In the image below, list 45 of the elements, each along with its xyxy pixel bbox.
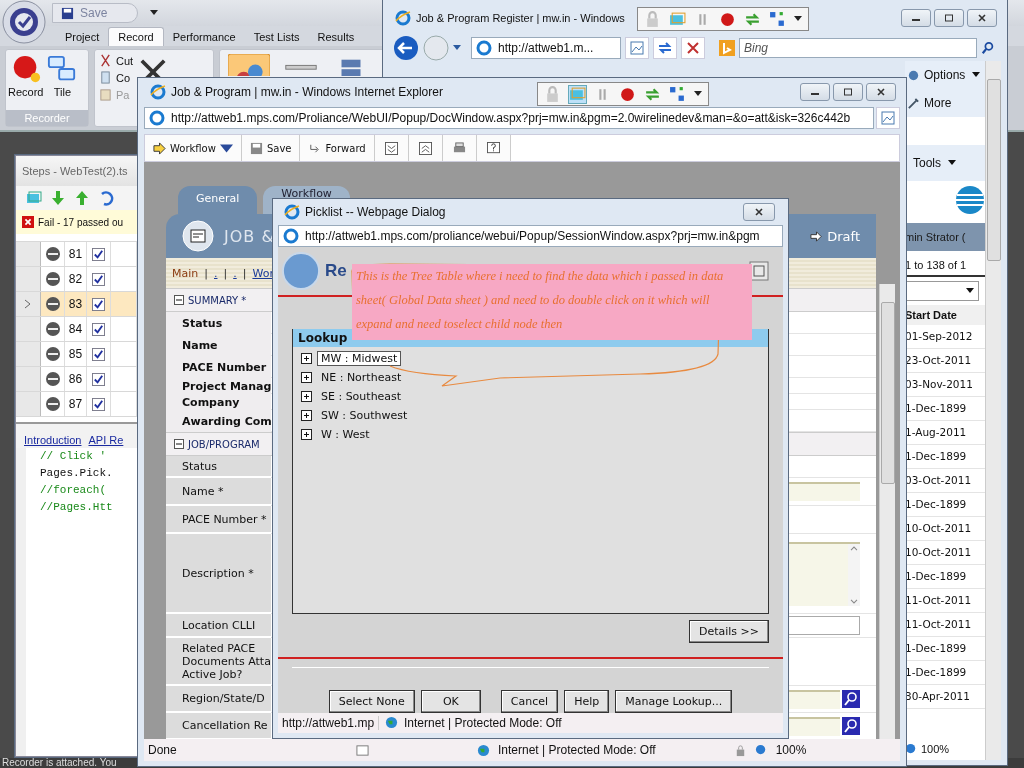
dialog-heading: Re [325, 260, 347, 281]
nav-separator: | [223, 266, 228, 280]
field-label: Awarding Com [182, 414, 271, 428]
field-label: PACE Number [182, 360, 267, 374]
step-number: 82 [68, 272, 83, 286]
nav-separator: | [204, 266, 208, 280]
field-label: Cancellation Re [182, 719, 268, 732]
status-url: http://attweb1.mp [282, 715, 379, 730]
field-label: Project Manag [182, 379, 271, 393]
section-title: JOB/PROGRAM [188, 438, 260, 450]
section-title: SUMMARY * [188, 294, 247, 306]
security-zone: Internet | Protected Mode: Off [404, 715, 562, 730]
step-number: 84 [68, 322, 83, 336]
code-line: //Pages.Htt [40, 501, 114, 515]
column-header: Lookup [298, 330, 348, 345]
field-label: PACE Number * [182, 512, 267, 526]
step-number: 83 [68, 297, 83, 311]
step-number: 81 [68, 247, 83, 261]
field-label: Name [182, 338, 218, 352]
annotation-note: This is the Tree Table where i need to find the data which i passed in data sheet( Global Data sheet ) and need to do double click on it which will expand and need toselect child node then [352, 264, 752, 340]
result-text: Fail - 17 passed ou [38, 216, 124, 228]
field-label: Company [182, 395, 240, 409]
step-number: 85 [68, 347, 83, 361]
code-line: Pages.Pick. [40, 467, 114, 481]
window-title: Job & Program Register | mw.in - Windows [416, 11, 625, 24]
field-label: Status [182, 316, 223, 330]
group-label: Recorder [6, 110, 88, 126]
window-title: Steps - WebTest(2).ts [22, 165, 128, 177]
step-number: 86 [68, 372, 83, 386]
field-label: Region/State/D [182, 692, 265, 705]
field-label: Related PACE Documents Atta Active Job? [182, 641, 271, 681]
field-label: Name * [182, 484, 224, 498]
window-title: Picklist -- Webpage Dialog [305, 204, 446, 219]
field-label: Location CLLI [182, 618, 256, 632]
status-text: Done [148, 743, 178, 757]
window-title: Job & Program | mw.in - Windows Internet Explorer [171, 84, 443, 99]
step-number: 87 [68, 397, 83, 411]
status-text: Recorder is attached. You [2, 758, 117, 768]
field-label: Status [182, 459, 218, 473]
field-label: Description * [182, 566, 254, 580]
state-label: Draft [810, 228, 860, 244]
security-zone: Internet | Protected Mode: Off [498, 743, 656, 757]
code-line: // Click ' [40, 450, 107, 464]
code-line: //foreach( [40, 484, 107, 498]
nav-separator: | [242, 266, 247, 280]
